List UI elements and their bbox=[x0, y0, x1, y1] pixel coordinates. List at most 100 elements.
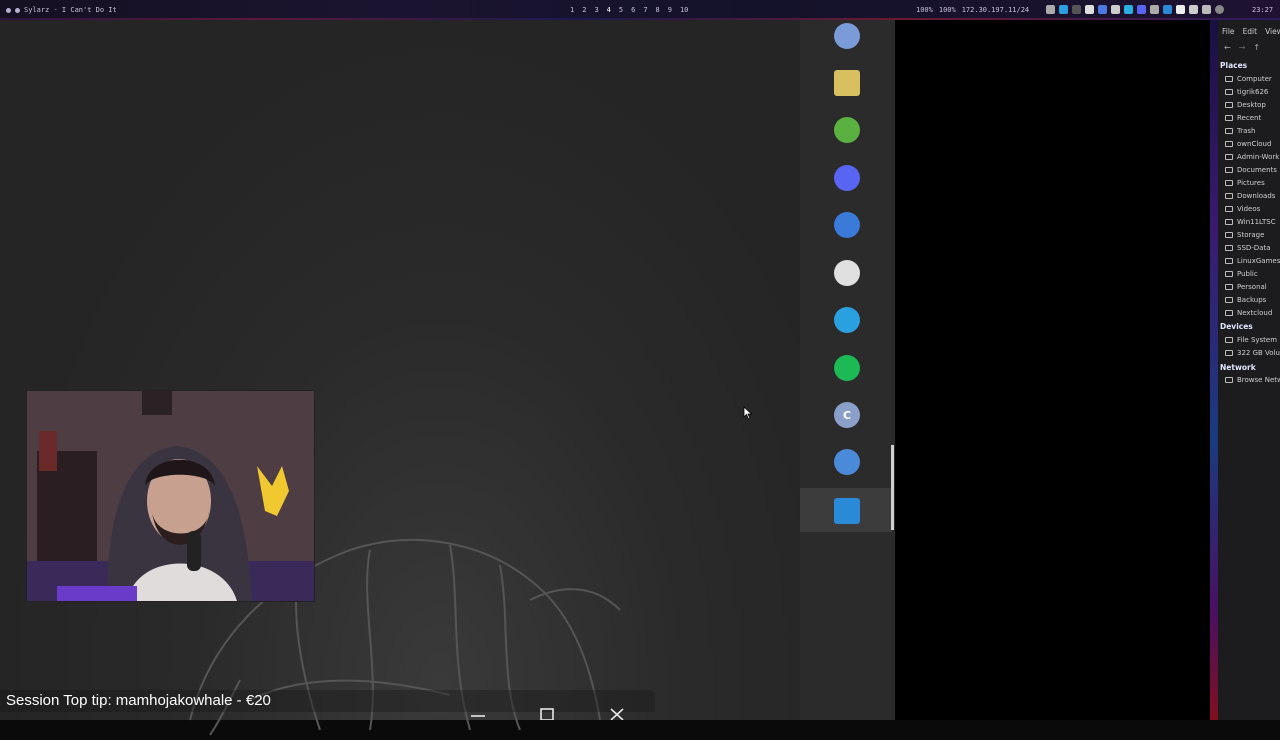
gfeeds-icon[interactable] bbox=[834, 117, 860, 143]
folder-icon bbox=[1225, 76, 1233, 82]
spotify-icon[interactable] bbox=[834, 355, 860, 381]
tray-icon[interactable] bbox=[1202, 5, 1211, 14]
close-icon[interactable] bbox=[610, 708, 624, 720]
steam-tray-icon[interactable] bbox=[1215, 5, 1224, 14]
window-controls bbox=[471, 708, 624, 720]
workspace-7[interactable]: 7 bbox=[643, 6, 647, 14]
up-arrow-icon[interactable]: ↑ bbox=[1253, 43, 1260, 52]
tray-icon[interactable] bbox=[1176, 5, 1185, 14]
window-title: Sylarz - I Can't Do It bbox=[6, 6, 117, 14]
tray-icon[interactable] bbox=[1150, 5, 1159, 14]
file-manager-edge-glow bbox=[1210, 20, 1218, 720]
clock[interactable]: 23:27 bbox=[1252, 6, 1273, 14]
system-monitor-icon[interactable] bbox=[834, 498, 860, 524]
folder-icon bbox=[1225, 310, 1233, 316]
guilded-icon[interactable] bbox=[834, 260, 860, 286]
telegram-tray-icon[interactable] bbox=[1059, 5, 1068, 14]
window-title-text: Sylarz - I Can't Do It bbox=[24, 6, 117, 14]
tray-icon[interactable] bbox=[1046, 5, 1055, 14]
places-label: Admin-Work bbox=[1237, 153, 1280, 161]
workspace-switcher[interactable]: 1 2 3 4 5 6 7 8 9 10 bbox=[570, 6, 688, 14]
places-label: Desktop bbox=[1237, 101, 1266, 109]
devices-item[interactable]: File System bbox=[1225, 336, 1277, 344]
back-arrow-icon[interactable]: ← bbox=[1224, 43, 1231, 52]
workspace-2[interactable]: 2 bbox=[582, 6, 586, 14]
dock-scrollbar[interactable] bbox=[891, 445, 894, 530]
workspace-10[interactable]: 10 bbox=[680, 6, 688, 14]
places-item[interactable]: Storage bbox=[1225, 231, 1264, 239]
top-tip-text: Session Top tip: mamhojakowhale - €20 bbox=[6, 692, 271, 709]
places-label: Videos bbox=[1237, 205, 1261, 213]
places-item[interactable]: Nextcloud bbox=[1225, 309, 1272, 317]
places-item[interactable]: Desktop bbox=[1225, 101, 1266, 109]
menu-view[interactable]: View bbox=[1265, 27, 1280, 36]
folder-icon bbox=[1225, 206, 1233, 212]
places-item[interactable]: Admin-Work bbox=[1225, 153, 1279, 161]
webcam-feed-image bbox=[27, 391, 314, 601]
menu-edit[interactable]: Edit bbox=[1243, 27, 1258, 36]
workspace-1[interactable]: 1 bbox=[570, 6, 574, 14]
places-label: ownCloud bbox=[1237, 140, 1272, 148]
battery-indicator: 100% bbox=[916, 6, 933, 14]
places-item[interactable]: Recent bbox=[1225, 114, 1261, 122]
workspace-3[interactable]: 3 bbox=[594, 6, 598, 14]
places-item[interactable]: LinuxGames bbox=[1225, 257, 1280, 265]
places-label: Recent bbox=[1237, 114, 1262, 122]
workspace-9[interactable]: 9 bbox=[668, 6, 672, 14]
places-item[interactable]: Pictures bbox=[1225, 179, 1265, 187]
update-tray-icon[interactable] bbox=[1163, 5, 1172, 14]
places-item[interactable]: Backups bbox=[1225, 296, 1266, 304]
places-item[interactable]: Downloads bbox=[1225, 192, 1275, 200]
places-label: tigrik626 bbox=[1237, 88, 1269, 96]
discord-tray-icon[interactable] bbox=[1137, 5, 1146, 14]
menu-file[interactable]: File bbox=[1222, 27, 1235, 36]
ccleaner-icon[interactable]: C bbox=[834, 402, 860, 428]
settings-icon[interactable] bbox=[834, 449, 860, 475]
tray-icon[interactable] bbox=[1189, 5, 1198, 14]
places-label: Storage bbox=[1237, 231, 1265, 239]
network-item[interactable]: Browse Network bbox=[1225, 376, 1280, 384]
places-item[interactable]: Personal bbox=[1225, 283, 1267, 291]
system-tray[interactable] bbox=[1046, 5, 1224, 14]
volume-indicator[interactable]: 100% bbox=[939, 6, 956, 14]
workspace-8[interactable]: 8 bbox=[656, 6, 660, 14]
forward-arrow-icon[interactable]: → bbox=[1239, 43, 1246, 52]
telegram-icon[interactable] bbox=[834, 307, 860, 333]
folder-icon bbox=[1225, 245, 1233, 251]
places-item[interactable]: tigrik626 bbox=[1225, 88, 1268, 96]
workspace-4[interactable]: 4 bbox=[607, 6, 611, 14]
places-item[interactable]: Computer bbox=[1225, 75, 1272, 83]
maximize-icon[interactable] bbox=[540, 708, 554, 720]
folder-icon bbox=[1225, 258, 1233, 264]
workspace-6[interactable]: 6 bbox=[631, 6, 635, 14]
drawing-canvas[interactable] bbox=[0, 20, 800, 736]
places-item[interactable]: ownCloud bbox=[1225, 140, 1271, 148]
top-panel: Sylarz - I Can't Do It 1 2 3 4 5 6 7 8 9 10 100% … bbox=[0, 0, 1280, 20]
folder-icon bbox=[1225, 271, 1233, 277]
ip-address: 172.30.197.11/24 bbox=[961, 6, 1030, 14]
file-manager-navbar: ← → ↑ bbox=[1224, 43, 1260, 52]
network-icon[interactable] bbox=[1124, 5, 1133, 14]
folder-icon bbox=[1225, 377, 1233, 383]
folder-icon bbox=[1225, 350, 1233, 356]
places-item[interactable]: Documents bbox=[1225, 166, 1277, 174]
places-item[interactable]: SSD-Data bbox=[1225, 244, 1271, 252]
places-item[interactable]: Videos bbox=[1225, 205, 1260, 213]
places-label: Documents bbox=[1237, 166, 1277, 174]
places-item[interactable]: Public bbox=[1225, 270, 1258, 278]
file-manager-window: File Edit View ← → ↑ Places Computer tigr… bbox=[1210, 20, 1280, 720]
text-editor-icon[interactable] bbox=[834, 70, 860, 96]
thunderbird-icon[interactable] bbox=[834, 212, 860, 238]
devices-item[interactable]: 322 GB Volume bbox=[1225, 349, 1280, 357]
discord-icon[interactable] bbox=[834, 165, 860, 191]
tray-icon[interactable] bbox=[1072, 5, 1081, 14]
gimp-icon[interactable] bbox=[834, 23, 860, 49]
tray-icon[interactable] bbox=[1085, 5, 1094, 14]
mouse-cursor-icon bbox=[743, 406, 753, 420]
power-icon[interactable] bbox=[1111, 5, 1120, 14]
places-item[interactable]: Win11LTSC bbox=[1225, 218, 1276, 226]
shield-icon[interactable] bbox=[1098, 5, 1107, 14]
folder-icon bbox=[1225, 337, 1233, 343]
workspace-5[interactable]: 5 bbox=[619, 6, 623, 14]
places-item[interactable]: Trash bbox=[1225, 127, 1256, 135]
